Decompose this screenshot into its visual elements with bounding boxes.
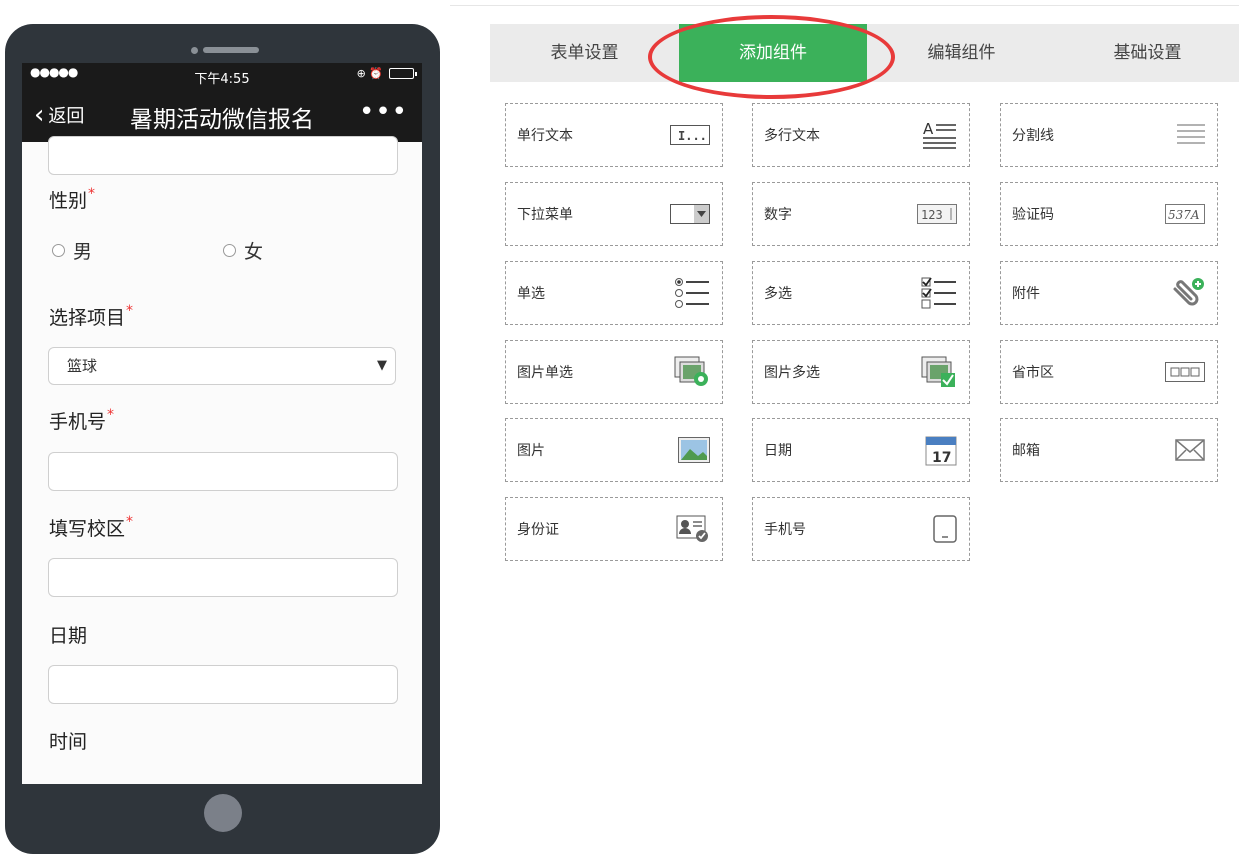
component-mobile[interactable]: 手机号	[752, 497, 970, 561]
calendar-icon: 17	[917, 433, 957, 467]
gender-radio-male[interactable]: 男	[52, 237, 92, 264]
component-number[interactable]: 数字 123	[752, 182, 970, 246]
divider-icon	[1165, 118, 1205, 152]
campus-input[interactable]	[48, 558, 398, 597]
svg-text:17: 17	[932, 450, 951, 466]
project-select[interactable]: 篮球 ▼	[48, 347, 396, 385]
multi-line-text-icon: A	[917, 118, 957, 152]
text-input-top[interactable]	[48, 136, 398, 175]
date-input[interactable]	[48, 665, 398, 704]
status-bar: ●●●●● 下午4:55 ⊕ ⏰	[22, 63, 422, 88]
phone-label: 手机号*	[49, 407, 115, 433]
component-single-line-text[interactable]: 单行文本 I...	[505, 103, 723, 167]
tab-edit-component[interactable]: 编辑组件	[867, 24, 1056, 82]
phone-camera	[191, 47, 198, 54]
campus-label: 填写校区*	[49, 514, 134, 540]
tab-bar: 表单设置 添加组件 编辑组件 基础设置	[490, 24, 1239, 82]
image-radio-icon	[670, 355, 710, 389]
component-image[interactable]: 图片	[505, 418, 723, 482]
phone-speaker	[203, 47, 259, 53]
region-icon	[1165, 355, 1205, 389]
component-divider[interactable]: 分割线	[1000, 103, 1218, 167]
tab-add-component[interactable]: 添加组件	[679, 24, 867, 82]
component-dropdown[interactable]: 下拉菜单	[505, 182, 723, 246]
component-radio[interactable]: 单选	[505, 261, 723, 325]
component-image-radio[interactable]: 图片单选	[505, 340, 723, 404]
component-email[interactable]: 邮箱	[1000, 418, 1218, 482]
tab-basic-settings[interactable]: 基础设置	[1056, 24, 1239, 82]
nav-bar: ‹ 返回 暑期活动微信报名 •••	[22, 88, 422, 142]
status-icons: ⊕ ⏰	[356, 67, 383, 80]
more-menu-button[interactable]: •••	[359, 97, 408, 127]
home-button[interactable]	[204, 794, 242, 832]
mobile-phone-icon	[917, 512, 957, 546]
component-attachment[interactable]: 附件	[1000, 261, 1218, 325]
date-label: 日期	[49, 625, 88, 647]
component-region[interactable]: 省市区	[1000, 340, 1218, 404]
component-id-card[interactable]: 身份证	[505, 497, 723, 561]
project-label: 选择项目*	[49, 303, 134, 329]
top-divider	[450, 5, 1239, 6]
captcha-icon: 537A	[1165, 197, 1205, 231]
gender-radio-female[interactable]: 女	[223, 237, 263, 264]
image-checkbox-icon	[917, 355, 957, 389]
svg-text:A: A	[923, 120, 934, 138]
svg-text:I...: I...	[678, 129, 707, 143]
component-checkbox[interactable]: 多选	[752, 261, 970, 325]
svg-text:537A: 537A	[1168, 208, 1200, 222]
tab-form-settings[interactable]: 表单设置	[490, 24, 679, 82]
component-date[interactable]: 日期 17	[752, 418, 970, 482]
phone-screen: ●●●●● 下午4:55 ⊕ ⏰ ‹ 返回 暑期活动微信报名 ••• 性别* 男…	[22, 63, 422, 784]
dropdown-icon	[670, 197, 710, 231]
component-multi-line-text[interactable]: 多行文本 A	[752, 103, 970, 167]
id-card-icon	[670, 512, 710, 546]
chevron-down-icon: ▼	[377, 358, 387, 373]
battery-icon	[389, 68, 417, 79]
svg-text:123: 123	[921, 208, 943, 222]
gender-label: 性别*	[49, 186, 96, 212]
number-icon: 123	[917, 197, 957, 231]
phone-preview: ●●●●● 下午4:55 ⊕ ⏰ ‹ 返回 暑期活动微信报名 ••• 性别* 男…	[5, 24, 440, 854]
radio-circle	[52, 244, 65, 257]
envelope-icon	[1165, 433, 1205, 467]
component-image-checkbox[interactable]: 图片多选	[752, 340, 970, 404]
radio-circle	[223, 244, 236, 257]
phone-input[interactable]	[48, 452, 398, 491]
radio-list-icon	[670, 276, 710, 310]
checkbox-list-icon	[917, 276, 957, 310]
component-captcha[interactable]: 验证码 537A	[1000, 182, 1218, 246]
single-line-text-icon: I...	[670, 118, 710, 152]
image-icon	[670, 433, 710, 467]
paperclip-icon	[1165, 276, 1205, 310]
time-label: 时间	[49, 731, 88, 753]
